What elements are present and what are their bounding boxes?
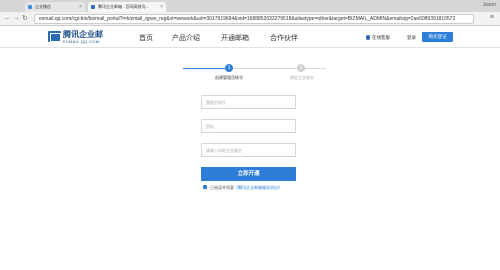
domain-input[interactable] bbox=[201, 143, 296, 157]
admin-account-input[interactable] bbox=[201, 95, 296, 109]
tab-label: 腾讯企业邮箱 - 官网高效沟... bbox=[98, 4, 149, 9]
step-1-label: 创建管理员帐号 bbox=[215, 75, 243, 80]
activate-now-button[interactable]: 立即开通 bbox=[201, 167, 296, 181]
address-bar: ← → ↻ exmail.qq.com/cgi-bin/bizmail_port… bbox=[0, 12, 500, 26]
agree-checkbox[interactable] bbox=[203, 185, 207, 189]
browser-menu-icon[interactable]: ≡ bbox=[490, 14, 494, 21]
step-2-label: 绑定企业域名 bbox=[290, 75, 314, 80]
step-1-indicator: 1 bbox=[225, 64, 233, 72]
tab-wework[interactable]: 企业微信 × bbox=[25, 2, 85, 12]
reload-icon[interactable]: ↻ bbox=[22, 14, 28, 24]
buy-register-button[interactable]: 购买登记 bbox=[422, 32, 453, 42]
online-service-link[interactable]: 在线客服 bbox=[372, 35, 390, 41]
nav-open-mailbox[interactable]: 开通邮箱 bbox=[221, 33, 249, 43]
agree-prefix: 已阅读并同意 bbox=[210, 185, 234, 190]
login-link[interactable]: 登录 bbox=[407, 35, 416, 41]
close-icon[interactable]: × bbox=[79, 2, 82, 12]
password-input[interactable] bbox=[201, 119, 296, 133]
close-icon[interactable]: × bbox=[160, 2, 163, 12]
nav-product[interactable]: 产品介绍 bbox=[172, 33, 200, 43]
browser-tab-bar: 企业微信 × 腾讯企业邮箱 - 官网高效沟... × Jason bbox=[0, 0, 500, 17]
tab-label: 企业微信 bbox=[35, 4, 51, 9]
exmail-favicon-icon bbox=[91, 5, 95, 9]
customer-service-icon[interactable] bbox=[366, 35, 370, 40]
step-2-indicator: 2 bbox=[297, 64, 305, 72]
url-input[interactable]: exmail.qq.com/cgi-bin/bizmail_portal?t=b… bbox=[34, 14, 474, 24]
agree-text: 已阅读并同意《腾讯企业邮箱服务协议》 bbox=[210, 185, 282, 191]
steps-progress bbox=[183, 68, 229, 69]
browser-profile-name[interactable]: Jason bbox=[483, 2, 496, 8]
exmail-logo-icon[interactable] bbox=[48, 31, 61, 42]
nav-home[interactable]: 首页 bbox=[139, 33, 153, 43]
tab-exmail[interactable]: 腾讯企业邮箱 - 官网高效沟... × bbox=[88, 2, 166, 12]
back-icon[interactable]: ← bbox=[4, 14, 11, 24]
nav-partners[interactable]: 合作伙伴 bbox=[270, 33, 298, 43]
service-agreement-link[interactable]: 《腾讯企业邮箱服务协议》 bbox=[234, 185, 282, 190]
wework-favicon-icon bbox=[28, 5, 32, 9]
logo-subtitle: EXMAIL.QQ.COM bbox=[63, 39, 100, 44]
forward-icon[interactable]: → bbox=[13, 14, 20, 24]
